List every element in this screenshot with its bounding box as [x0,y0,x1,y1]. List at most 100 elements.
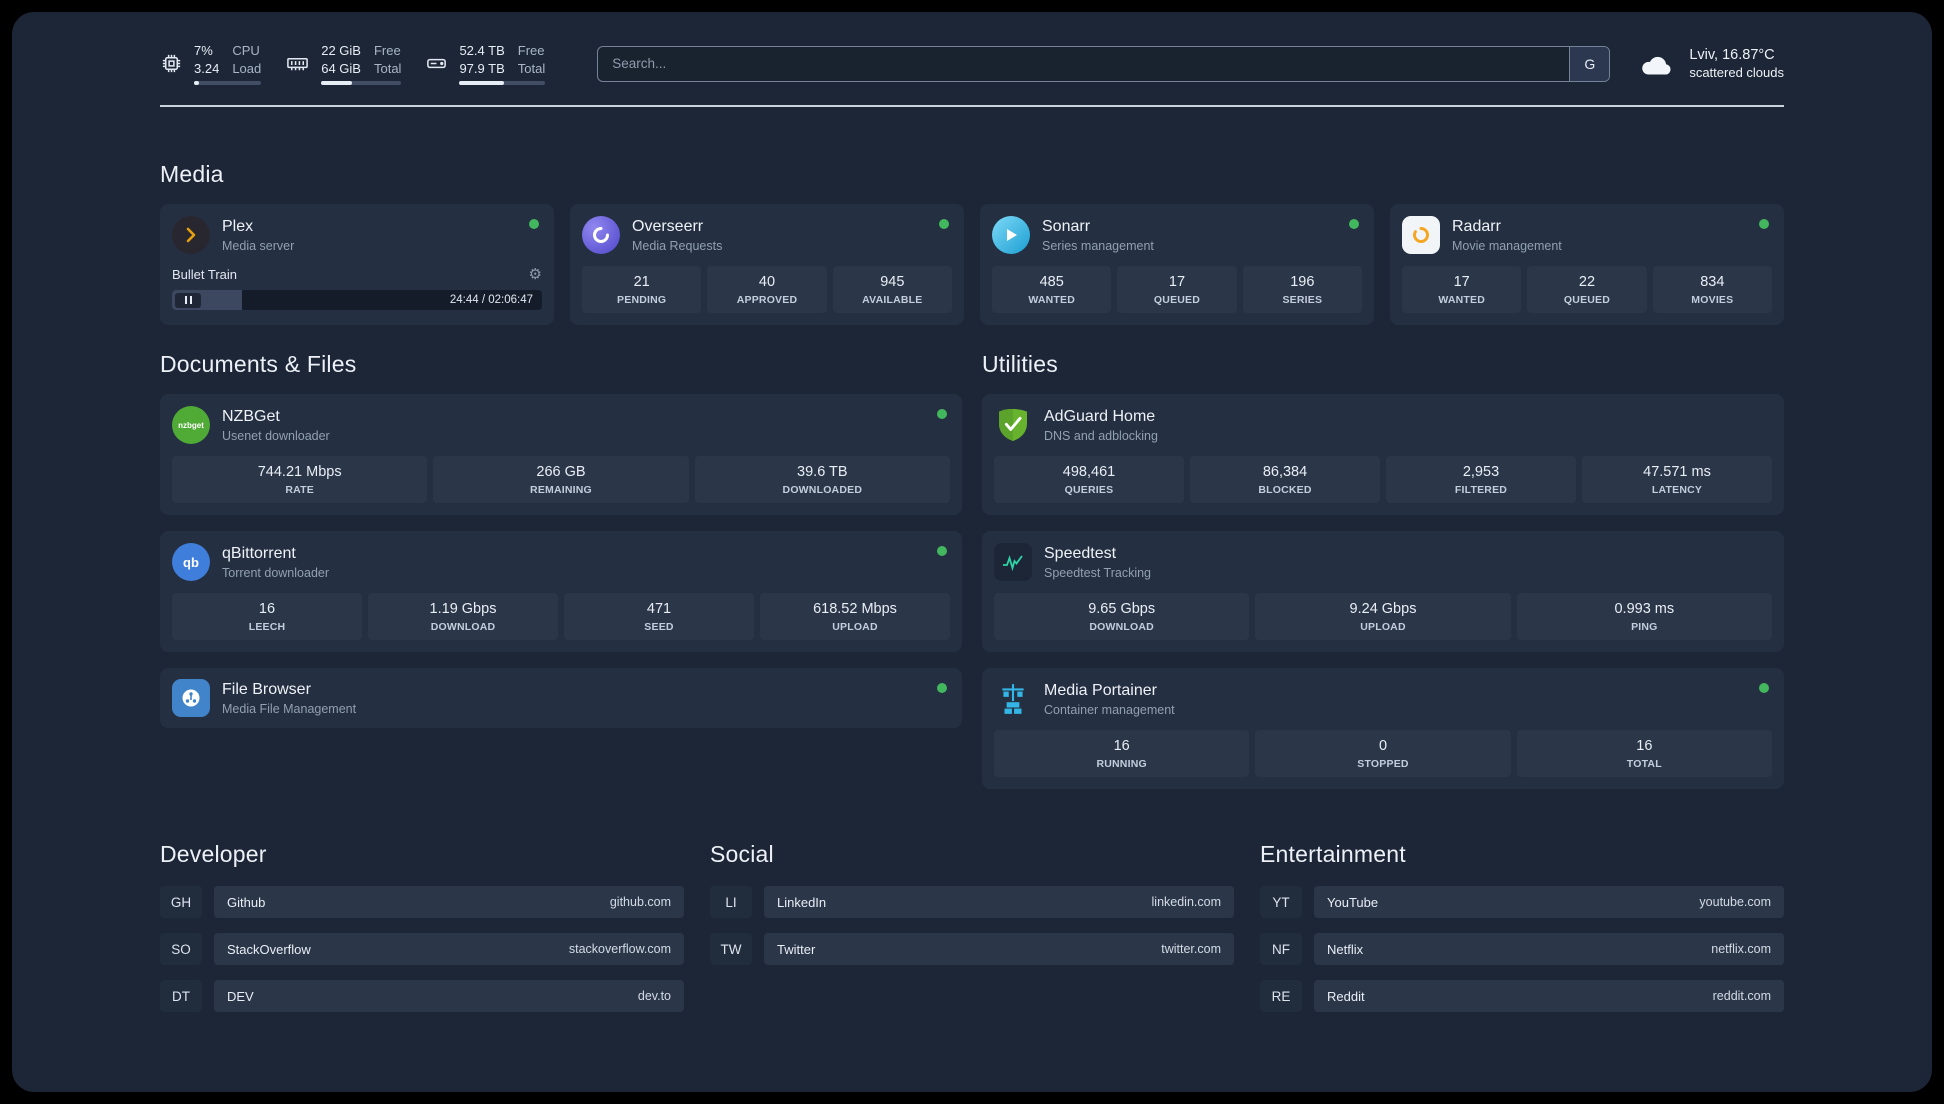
weather-location: Lviv, 16.87°C [1689,47,1775,64]
gear-icon[interactable]: ⚙ [529,265,542,283]
stat-tile-download: 1.19 Gbps DOWNLOAD [368,593,558,641]
speedtest-icon [994,543,1032,582]
bookmark-link[interactable]: Github github.com [214,886,684,919]
stat-tile-available: 945 AVAILABLE [832,266,952,314]
bookmark-abbr: TW [710,933,752,966]
radarr-subtitle: Movie management [1452,238,1562,253]
memory-free-label: Free [373,43,401,58]
bookmark-name: DEV [227,988,254,1004]
stat-tile-latency: 47.571 ms LATENCY [1582,456,1772,504]
adguard-subtitle: DNS and adblocking [1044,428,1158,443]
bookmark-abbr: YT [1260,886,1302,919]
utilities-section: Utilities AdGuard Home DNS and adblockin… [982,351,1784,790]
overseerr-subtitle: Media Requests [632,238,723,253]
stat-tile-queued: 17 QUEUED [1117,266,1237,314]
stat-tile-queries: 498,461 QUERIES [994,456,1184,504]
bookmark-abbr: GH [160,886,202,919]
playback-time: 24:44 / 02:06:47 [449,294,533,307]
cpu-metric-body: 7% 3.24 CPU Load [194,42,262,86]
bookmark-link[interactable]: Twitter twitter.com [764,933,1234,966]
playback-progress-bar[interactable]: 24:44 / 02:06:47 [172,290,542,311]
bookmark-name: Twitter [777,941,816,957]
stat-tile-downloaded: 39.6 TB DOWNLOADED [694,456,950,504]
bookmark-name: StackOverflow [227,941,311,957]
documents-section: Documents & Files nzbget NZBGet Usenet d… [160,351,962,789]
search-input[interactable] [598,46,1570,81]
bookmark-linkedin[interactable]: LI LinkedIn linkedin.com [710,886,1234,919]
stat-tile-seed: 471 SEED [564,593,754,641]
disk-total-label: Total [517,60,546,76]
plex-title: Plex [222,217,254,235]
developer-section-title: Developer [160,841,267,868]
memory-total-label: Total [373,60,402,76]
bookmark-youtube[interactable]: YT YouTube youtube.com [1260,886,1784,919]
qbittorrent-card[interactable]: qb qBittorrent Torrent downloader 16 LEE… [160,531,962,653]
speedtest-card[interactable]: Speedtest Speedtest Tracking 9.65 Gbps D… [982,531,1784,653]
sonarr-title: Sonarr [1042,217,1091,235]
disk-icon [425,52,448,75]
filebrowser-card[interactable]: File Browser Media File Management [160,668,962,729]
bookmark-url: dev.to [637,989,671,1004]
search-bar: G [597,45,1611,82]
radarr-icon [1402,216,1440,255]
memory-progress-fill [321,81,352,86]
qbittorrent-title: qBittorrent [222,544,296,562]
filebrowser-icon [172,679,210,718]
memory-total-value: 64 GiB [321,60,361,76]
sonarr-subtitle: Series management [1042,238,1154,253]
portainer-card[interactable]: Media Portainer Container management 16 … [982,668,1784,790]
dashboard-frame: 7% 3.24 CPU Load 22 GiB 64 GiB Free Tota… [0,0,1944,1104]
bookmark-link[interactable]: Reddit reddit.com [1314,980,1784,1013]
bookmark-netflix[interactable]: NF Netflix netflix.com [1260,933,1784,966]
nzbget-title: NZBGet [222,407,280,425]
bookmark-dev[interactable]: DT DEV dev.to [160,980,684,1013]
cloud-icon [1638,51,1676,77]
portainer-title: Media Portainer [1044,681,1157,699]
bookmark-abbr: DT [160,980,202,1013]
dashboard: 7% 3.24 CPU Load 22 GiB 64 GiB Free Tota… [12,12,1932,1092]
cpu-progress-track [194,81,262,86]
cpu-widget: 7% 3.24 CPU Load [160,42,262,86]
radarr-card[interactable]: Radarr Movie management 17 WANTED 22 QUE… [1390,204,1784,326]
disk-free-label: Free [517,43,545,58]
disk-total-value: 97.9 TB [459,60,505,76]
plex-card[interactable]: Plex Media server Bullet Train ⚙ 24:44 /… [160,204,554,326]
bookmark-abbr: LI [710,886,752,919]
bookmark-reddit[interactable]: RE Reddit reddit.com [1260,980,1784,1013]
qbittorrent-subtitle: Torrent downloader [222,565,330,580]
bookmark-github[interactable]: GH Github github.com [160,886,684,919]
stat-tile-pending: 21 PENDING [582,266,702,314]
memory-free-value: 22 GiB [321,43,361,58]
speedtest-subtitle: Speedtest Tracking [1044,565,1152,580]
bookmark-name: Reddit [1327,988,1365,1004]
bookmark-url: reddit.com [1712,989,1771,1004]
radarr-title: Radarr [1452,217,1501,235]
weather-condition: scattered clouds [1689,65,1784,81]
pause-button[interactable] [175,292,201,308]
bookmark-link[interactable]: DEV dev.to [214,980,684,1013]
nzbget-subtitle: Usenet downloader [222,428,330,443]
stat-tile-series: 196 SERIES [1242,266,1362,314]
bookmark-stackoverflow[interactable]: SO StackOverflow stackoverflow.com [160,933,684,966]
stat-tile-approved: 40 APPROVED [707,266,827,314]
bookmark-link[interactable]: StackOverflow stackoverflow.com [214,933,684,966]
bookmark-name: Netflix [1327,941,1364,957]
bookmark-link[interactable]: YouTube youtube.com [1314,886,1784,919]
plex-icon [172,216,210,255]
overseerr-title: Overseerr [632,217,704,235]
search-engine-button[interactable]: G [1569,46,1610,81]
dashboard-content: 7% 3.24 CPU Load 22 GiB 64 GiB Free Tota… [160,12,1784,1013]
stat-tile-movies: 834 MOVIES [1652,266,1772,314]
sonarr-card[interactable]: Sonarr Series management 485 WANTED 17 Q… [980,204,1374,326]
adguard-card[interactable]: AdGuard Home DNS and adblocking 498,461 … [982,394,1784,516]
bookmark-twitter[interactable]: TW Twitter twitter.com [710,933,1234,966]
overseerr-icon [582,216,620,255]
adguard-title: AdGuard Home [1044,407,1156,425]
stat-tile-download: 9.65 Gbps DOWNLOAD [994,593,1250,641]
topbar: 7% 3.24 CPU Load 22 GiB 64 GiB Free Tota… [160,42,1784,86]
filebrowser-title: File Browser [222,680,311,698]
bookmark-link[interactable]: LinkedIn linkedin.com [764,886,1234,919]
nzbget-card[interactable]: nzbget NZBGet Usenet downloader 744.21 M… [160,394,962,516]
bookmark-link[interactable]: Netflix netflix.com [1314,933,1784,966]
overseerr-card[interactable]: Overseerr Media Requests 21 PENDING 40 A… [570,204,964,326]
